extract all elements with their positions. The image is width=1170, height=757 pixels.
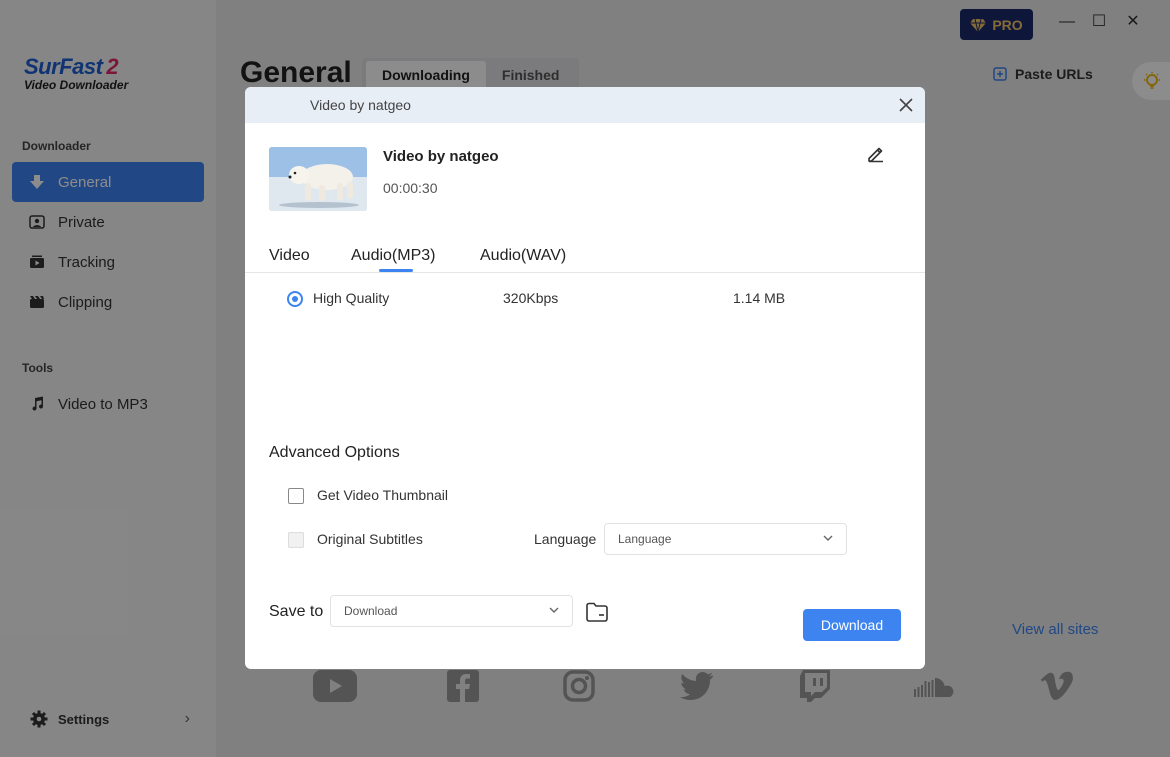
video-duration: 00:00:30 (383, 180, 438, 196)
quality-label: High Quality (313, 290, 390, 306)
quality-option-row[interactable]: High Quality 320Kbps 1.14 MB (287, 290, 887, 312)
tab-video[interactable]: Video (269, 247, 310, 265)
thumbnail-label: Get Video Thumbnail (317, 487, 449, 503)
tab-audio-wav[interactable]: Audio(WAV) (480, 247, 566, 265)
language-select[interactable]: Language (604, 523, 847, 555)
save-to-select[interactable]: Download (330, 595, 573, 627)
folder-icon[interactable] (585, 601, 609, 623)
video-title: Video by natgeo (383, 148, 499, 165)
close-icon[interactable] (897, 96, 915, 114)
download-button[interactable]: Download (803, 609, 901, 641)
dialog-header: Video by natgeo (245, 87, 925, 123)
download-options-dialog: Video by natgeo Video by natgeo 00:00:30… (245, 87, 925, 669)
chevron-down-icon (822, 532, 834, 544)
save-to-label: Save to (269, 603, 324, 620)
quality-bitrate: 320Kbps (503, 290, 559, 306)
save-to-value: Download (344, 604, 398, 618)
dialog-title: Video by natgeo (310, 97, 411, 113)
quality-file-size: 1.14 MB (733, 290, 786, 306)
edit-icon[interactable] (866, 144, 886, 164)
chevron-down-icon (548, 604, 560, 616)
language-label: Language (534, 531, 597, 547)
tabs-divider (245, 272, 925, 273)
video-thumbnail (269, 147, 367, 211)
language-select-value: Language (618, 532, 672, 546)
subtitles-label: Original Subtitles (317, 531, 423, 547)
format-tabs: Video Audio(MP3) Audio(WAV) (269, 247, 925, 273)
quality-radio[interactable] (287, 291, 303, 307)
thumbnail-checkbox[interactable] (288, 488, 304, 504)
subtitles-checkbox[interactable] (288, 532, 304, 548)
advanced-options-title: Advanced Options (269, 444, 400, 461)
tab-audio-mp3[interactable]: Audio(MP3) (351, 247, 435, 265)
